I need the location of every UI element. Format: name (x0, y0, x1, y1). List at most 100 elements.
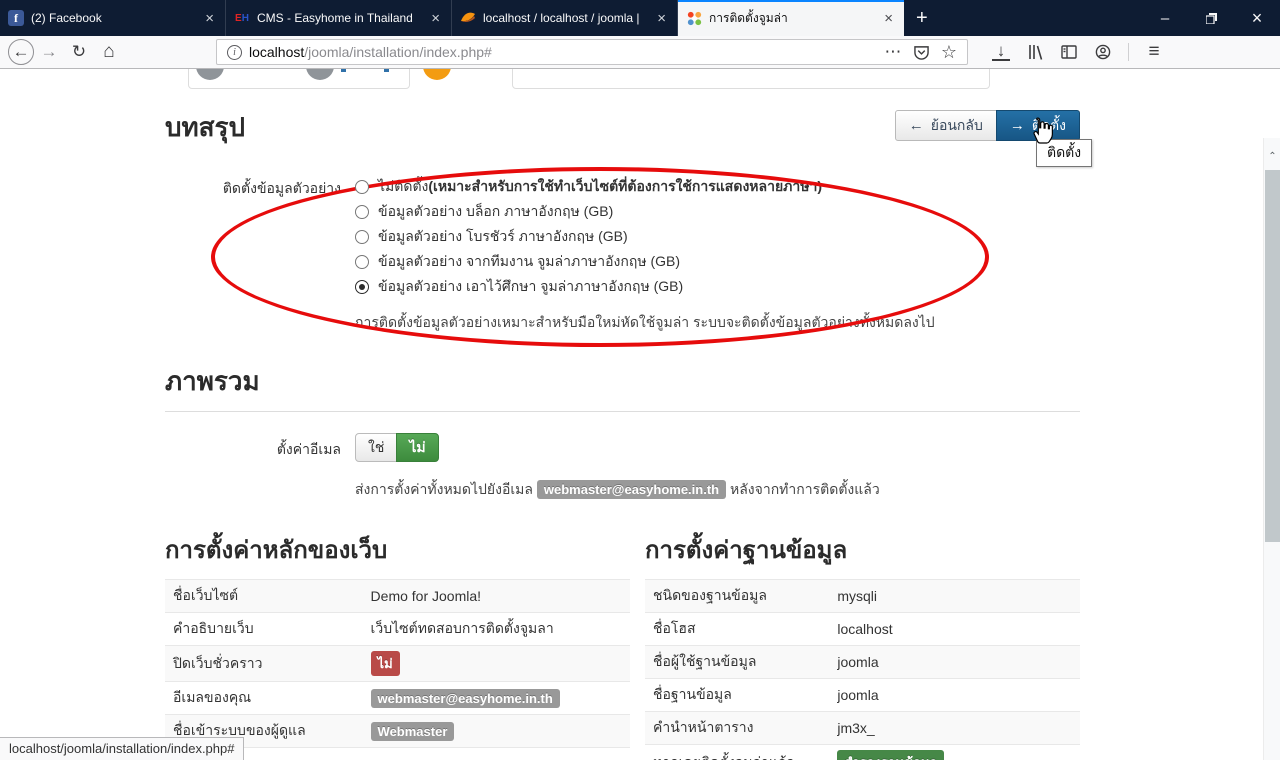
db-settings-table: ชนิดของฐานข้อมูล mysqli ชื่อโฮส localhos… (645, 579, 1080, 760)
step-tab-panel (512, 69, 990, 89)
url-host: localhost (249, 44, 304, 60)
row-value: mysqli (837, 588, 877, 604)
radio-option-brochure[interactable]: ข้อมูลตัวอย่าง โบรชัวร์ ภาษาอังกฤษ (GB) (355, 224, 1080, 249)
site-settings-table: ชื่อเว็บไซต์ Demo for Joomla! คำอธิบายเว… (165, 579, 630, 748)
pocket-icon[interactable] (909, 39, 933, 65)
url-path: /joomla/installation/index.php# (304, 44, 492, 60)
previous-button-label: ย้อนกลับ (931, 115, 983, 137)
table-row: ชนิดของฐานข้อมูล mysqli (645, 579, 1080, 612)
table-row: คำนำหน้าตาราง jm3x_ (645, 711, 1080, 744)
library-icon[interactable] (1020, 39, 1050, 65)
installer-steps-remnant (165, 69, 1080, 90)
row-label: ชื่อฐานข้อมูล (653, 684, 837, 706)
toolbar-divider (1128, 43, 1129, 61)
toolbar-icons: ↓ ≡ (986, 39, 1169, 65)
tab-title: การติดตั้งจูมล่า (709, 9, 874, 28)
radio-option-learn[interactable]: ข้อมูลตัวอย่าง เอาไว้ศึกษา จูมล่าภาษาอัง… (355, 274, 1080, 299)
home-icon[interactable]: ⌂ (94, 39, 124, 65)
row-label: ชื่อโฮส (653, 618, 837, 640)
radio-icon[interactable] (355, 255, 369, 269)
new-tab-button[interactable]: + (904, 0, 940, 36)
email-setting-label: ตั้งค่าอีเมล (165, 433, 355, 461)
tab-facebook[interactable]: f (2) Facebook × (0, 0, 226, 36)
radio-icon[interactable] (355, 180, 369, 194)
minimize-icon[interactable]: – (1142, 0, 1188, 36)
tab-title: CMS - Easyhome in Thailand (257, 11, 421, 25)
table-row: หากเคยติดตั้งจูมล่าแล้ว สำรองฐานข้อมูล (645, 744, 1080, 760)
mouse-cursor-icon (1028, 116, 1054, 146)
url-text: localhost/joomla/installation/index.php# (249, 44, 492, 60)
overview-heading: ภาพรวม (165, 361, 1080, 402)
previous-button[interactable]: ← ย้อนกลับ (895, 110, 997, 141)
row-value: localhost (837, 621, 892, 637)
row-value: joomla (837, 654, 878, 670)
table-row: ชื่อฐานข้อมูล joomla (645, 678, 1080, 711)
tab-joomla-install-active[interactable]: การติดตั้งจูมล่า × (678, 0, 904, 36)
status-bar-link-preview: localhost/joomla/installation/index.php# (0, 737, 244, 760)
tab-phpmyadmin[interactable]: localhost / localhost / joomla | × (452, 0, 678, 36)
sidebar-icon[interactable] (1054, 39, 1084, 65)
option-text: ข้อมูลตัวอย่าง จากทีมงาน จูมล่าภาษาอังกฤ… (378, 251, 680, 273)
arrow-right-icon: → (1010, 117, 1025, 134)
vertical-scrollbar[interactable]: ⌃ ⌄ (1263, 138, 1280, 760)
table-row: ชื่อเว็บไซต์ Demo for Joomla! (165, 579, 630, 612)
row-label: ชื่อเว็บไซต์ (173, 585, 371, 607)
table-row: ชื่อโฮส localhost (645, 612, 1080, 645)
close-tab-icon[interactable]: × (881, 10, 896, 27)
scroll-up-icon[interactable]: ⌃ (1264, 148, 1280, 164)
back-icon[interactable]: ← (8, 39, 34, 65)
email-toggle-yes-button[interactable]: ใช่ (355, 433, 397, 462)
row-label: หากเคยติดตั้งจูมล่าแล้ว (653, 752, 837, 760)
page-actions-icon[interactable]: ⋯ (881, 39, 905, 65)
close-tab-icon[interactable]: × (202, 10, 217, 27)
browser-titlebar: f (2) Facebook × EH CMS - Easyhome in Th… (0, 0, 1280, 36)
row-value: jm3x_ (837, 720, 874, 736)
radio-option-blog[interactable]: ข้อมูลตัวอย่าง บล็อก ภาษาอังกฤษ (GB) (355, 199, 1080, 224)
account-icon[interactable] (1088, 39, 1118, 65)
row-value: เว็บไซต์ทดสอบการติดตั้งจูมลา (371, 618, 554, 640)
phpmyadmin-icon (460, 10, 476, 26)
row-label: คำนำหน้าตาราง (653, 717, 837, 739)
forward-icon[interactable]: → (34, 39, 64, 65)
row-value: Demo for Joomla! (371, 588, 481, 604)
row-label: คำอธิบายเว็บ (173, 618, 371, 640)
row-label: อีเมลของคุณ (173, 687, 371, 709)
email-setting-row: ตั้งค่าอีเมล ใช่ ไม่ (165, 433, 1080, 462)
bookmark-star-icon[interactable]: ☆ (937, 39, 961, 65)
option-text: ข้อมูลตัวอย่าง โบรชัวร์ ภาษาอังกฤษ (GB) (378, 226, 628, 248)
step-text-fragment (341, 69, 346, 72)
step-text-fragment (384, 69, 389, 72)
close-window-icon[interactable]: × (1234, 0, 1280, 36)
sample-data-description: การติดตั้งข้อมูลตัวอย่างเหมาะสำหรับมือให… (355, 312, 1080, 334)
tab-title: localhost / localhost / joomla | (483, 11, 647, 25)
radio-option-none[interactable]: ไม่ติดตั้ง (เหมาะสำหรับการใช้ทำเว็บไซต์ท… (355, 174, 1080, 199)
table-row: ปิดเว็บชั่วคราว ไม่ (165, 645, 630, 681)
menu-icon[interactable]: ≡ (1139, 39, 1169, 65)
reload-icon[interactable]: ↻ (64, 39, 94, 65)
row-label: ชนิดของฐานข้อมูล (653, 585, 837, 607)
site-info-icon[interactable]: i (227, 45, 242, 60)
email-note-before: ส่งการตั้งค่าทั้งหมดไปยังอีเมล (355, 481, 537, 497)
table-row: คำอธิบายเว็บ เว็บไซต์ทดสอบการติดตั้งจูมล… (165, 612, 630, 645)
option-text: ไม่ติดตั้ง (378, 176, 428, 198)
radio-icon[interactable] (355, 230, 369, 244)
table-row: ชื่อผู้ใช้ฐานข้อมูล joomla (645, 645, 1080, 678)
value-badge: Webmaster (371, 722, 455, 741)
radio-checked-icon[interactable] (355, 280, 369, 294)
radio-icon[interactable] (355, 205, 369, 219)
joomla-icon (686, 10, 702, 26)
db-settings-heading: การตั้งค่าฐานข้อมูล (645, 530, 1080, 569)
restore-icon[interactable] (1188, 0, 1234, 36)
close-tab-icon[interactable]: × (428, 10, 443, 27)
download-icon[interactable]: ↓ (992, 43, 1010, 61)
tab-cms-easyhome[interactable]: EH CMS - Easyhome in Thailand × (226, 0, 452, 36)
step-circle-active-icon (423, 69, 451, 80)
email-toggle-no-button[interactable]: ไม่ (396, 433, 438, 462)
url-bar[interactable]: i localhost/joomla/installation/index.ph… (216, 39, 968, 65)
db-settings-section: การตั้งค่าฐานข้อมูล ชนิดของฐานข้อมูล mys… (645, 530, 1080, 760)
scrollbar-thumb[interactable] (1265, 170, 1280, 542)
close-tab-icon[interactable]: × (654, 10, 669, 27)
radio-option-default[interactable]: ข้อมูลตัวอย่าง จากทีมงาน จูมล่าภาษาอังกฤ… (355, 249, 1080, 274)
page-viewport: บทสรุป ← ย้อนกลับ → ติดตั้ง ติดตั้งข้อมู… (0, 69, 1280, 760)
email-toggle: ใช่ ไม่ (355, 433, 439, 462)
